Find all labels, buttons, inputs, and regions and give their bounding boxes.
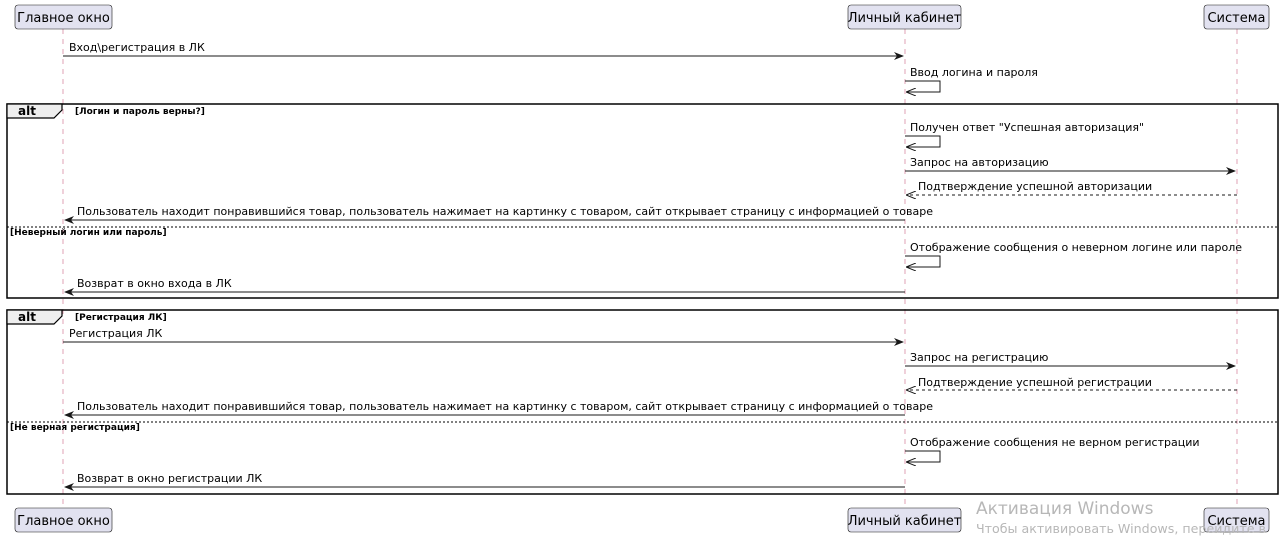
sequence-diagram: Главное окно Личный кабинет Система Глав… [6, 4, 1279, 536]
message-enter-register: Вход\регистрация в ЛК [63, 41, 904, 60]
message-label: Запрос на авторизацию [910, 156, 1049, 169]
message-auth-request: Запрос на авторизацию [905, 156, 1236, 175]
watermark-title: Активация Windows [976, 499, 1154, 519]
watermark-subtitle: Чтобы активировать Windows, перейдите в [976, 522, 1266, 536]
message-label: Ввод логина и пароля [910, 66, 1038, 79]
participant-cabinet-bottom: Личный кабинет [848, 507, 962, 533]
alt-else-guard: [Не верная регистрация] [10, 423, 140, 433]
message-wrong-login-display: Отображение сообщения о неверном логине … [905, 241, 1242, 267]
message-registration: Регистрация ЛК [63, 327, 904, 346]
participant-label: Личный кабинет [848, 11, 962, 26]
alt-fragment-login: alt [Логин и пароль верны?] Получен отве… [6, 103, 1279, 299]
participant-main-window-bottom: Главное окно [14, 507, 113, 533]
message-auth-confirmation: Подтверждение успешной авторизации [907, 180, 1237, 195]
message-label: Отображение сообщения не верном регистра… [910, 436, 1200, 449]
message-return-login-window: Возврат в окно входа в ЛК [64, 277, 905, 296]
message-label: Подтверждение успешной регистрации [918, 376, 1152, 389]
participant-cabinet-top: Личный кабинет [848, 4, 962, 30]
message-registration-request: Запрос на регистрацию [905, 351, 1236, 370]
message-label: Регистрация ЛК [69, 327, 163, 340]
message-user-finds-product: Пользователь находит понравившийся товар… [64, 205, 933, 224]
alt-fragment-registration: alt [Регистрация ЛК] Регистрация ЛК Запр… [6, 309, 1279, 495]
message-label: Возврат в окно входа в ЛК [77, 277, 232, 290]
participant-label: Система [1207, 11, 1265, 26]
message-wrong-registration-display: Отображение сообщения не верном регистра… [905, 436, 1200, 462]
alt-label: alt [18, 104, 36, 118]
message-registration-confirmation: Подтверждение успешной регистрации [907, 376, 1237, 390]
message-label: Запрос на регистрацию [910, 351, 1048, 364]
message-label: Подтверждение успешной авторизации [918, 180, 1152, 193]
alt-else-guard: [Неверный логин или пароль] [10, 228, 167, 238]
message-auth-success-response: Получен ответ "Успешная авторизация" [905, 121, 1144, 147]
message-label: Возврат в окно регистрации ЛК [77, 472, 262, 485]
alt-label: alt [18, 310, 36, 324]
message-user-finds-product-2: Пользователь находит понравившийся товар… [64, 400, 933, 419]
alt-guard: [Логин и пароль верны?] [75, 107, 205, 117]
participant-label: Личный кабинет [848, 514, 962, 529]
participant-system-top: Система [1203, 4, 1270, 30]
participant-label: Главное окно [17, 11, 110, 26]
message-label: Пользователь находит понравившийся товар… [77, 205, 933, 218]
participant-label: Главное окно [17, 514, 110, 529]
message-label: Вход\регистрация в ЛК [69, 41, 205, 54]
message-label: Отображение сообщения о неверном логине … [910, 241, 1242, 254]
message-label: Получен ответ "Успешная авторизация" [910, 121, 1144, 134]
message-enter-login-password: Ввод логина и пароля [905, 66, 1038, 92]
message-return-registration-window: Возврат в окно регистрации ЛК [64, 472, 905, 491]
alt-guard: [Регистрация ЛК] [75, 313, 167, 323]
participant-main-window-top: Главное окно [14, 4, 113, 30]
message-label: Пользователь находит понравившийся товар… [77, 400, 933, 413]
